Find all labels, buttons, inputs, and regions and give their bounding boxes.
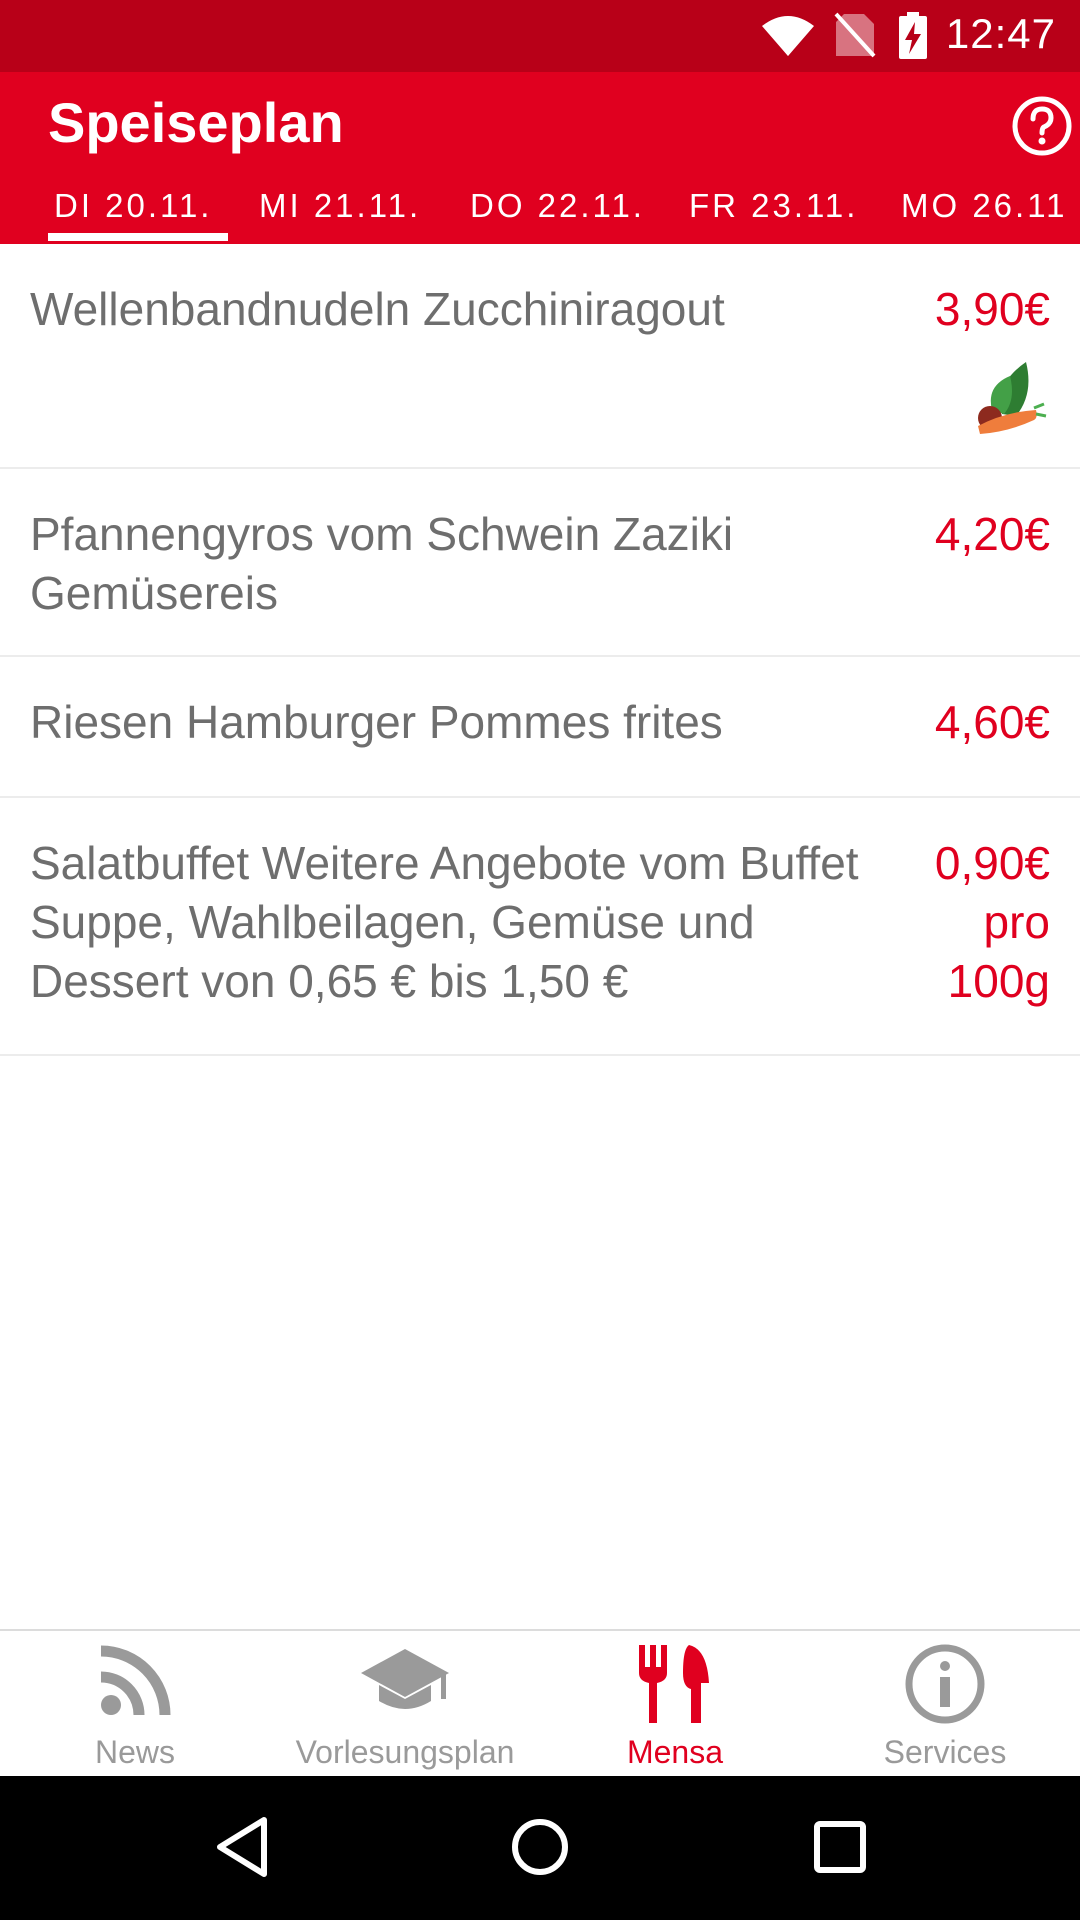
dish-name: Wellenbandnudeln Zucchiniragout xyxy=(30,283,725,335)
nav-label: Vorlesungsplan xyxy=(295,1734,515,1770)
nav-vorlesungsplan[interactable]: Vorlesungsplan xyxy=(270,1631,540,1778)
dish-price: 4,20€ xyxy=(934,508,1050,560)
no-sim-icon xyxy=(834,12,876,58)
nav-services[interactable]: Services xyxy=(810,1631,1080,1778)
status-time: 12:47 xyxy=(945,10,1056,57)
nav-label: News xyxy=(94,1734,175,1770)
bottom-navigation: News Vorlesungsplan Mensa Services xyxy=(0,1629,1080,1776)
battery-charging-icon xyxy=(899,12,927,59)
dish-price: 4,60€ xyxy=(934,696,1050,748)
nav-mensa[interactable]: Mensa xyxy=(540,1631,810,1778)
nav-label: Mensa xyxy=(626,1734,724,1770)
tab-mo-26-11[interactable]: MO 26.11 xyxy=(901,176,1067,244)
rss-icon xyxy=(100,1645,171,1716)
dish-price: 0,90€ pro 100g xyxy=(934,837,1050,1007)
info-icon xyxy=(905,1644,985,1724)
nav-label: Services xyxy=(883,1734,1007,1770)
active-tab-indicator xyxy=(48,233,228,241)
list-item[interactable]: Salatbuffet Weitere Angebote vom Buffet … xyxy=(0,798,1080,1056)
help-circle-icon[interactable] xyxy=(1010,94,1074,158)
tab-fr-23-11[interactable]: FR 23.11. xyxy=(689,176,858,244)
vegetarian-vegetables-icon xyxy=(978,362,1047,434)
recent-apps-icon[interactable] xyxy=(812,1816,868,1878)
status-bar: 12:47 xyxy=(0,0,1080,72)
tab-mi-21-11[interactable]: MI 21.11. xyxy=(259,176,421,244)
fork-knife-icon xyxy=(639,1645,709,1723)
back-icon[interactable] xyxy=(214,1816,270,1878)
wifi-icon xyxy=(762,16,814,56)
tab-do-22-11[interactable]: DO 22.11. xyxy=(470,176,645,244)
app-bar: Speiseplan DI 20.11. MI 21.11. DO 22.11.… xyxy=(0,72,1080,244)
dish-name: Salatbuffet Weitere Angebote vom Buffet … xyxy=(30,837,859,1007)
dish-name: Riesen Hamburger Pommes frites xyxy=(30,696,723,748)
system-navigation-bar xyxy=(0,1776,1080,1920)
list-item[interactable]: Pfannengyros vom Schwein Zaziki Gemüsere… xyxy=(0,469,1080,657)
dish-name: Pfannengyros vom Schwein Zaziki Gemüsere… xyxy=(30,508,734,619)
nav-news[interactable]: News xyxy=(0,1631,270,1778)
list-item[interactable]: Riesen Hamburger Pommes frites 4,60€ xyxy=(0,657,1080,798)
menu-list: Wellenbandnudeln Zucchiniragout 3,90€ Pf… xyxy=(0,244,1080,1056)
page-title: Speiseplan xyxy=(48,91,344,154)
dish-price: 3,90€ xyxy=(934,283,1050,335)
graduation-cap-icon xyxy=(361,1649,449,1709)
home-icon[interactable] xyxy=(510,1816,570,1878)
list-item[interactable]: Wellenbandnudeln Zucchiniragout 3,90€ xyxy=(0,244,1080,469)
